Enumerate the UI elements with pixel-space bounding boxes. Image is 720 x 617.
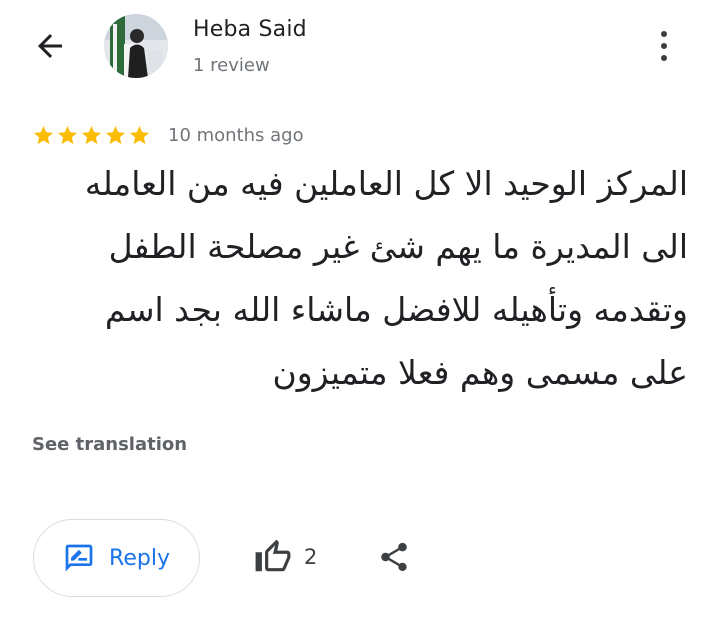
review-text: المركز الوحيد الا كل العاملين فيه من الع… bbox=[84, 164, 688, 392]
more-options-button[interactable] bbox=[650, 26, 678, 66]
rate-review-icon bbox=[65, 544, 93, 572]
star-icon bbox=[33, 125, 54, 144]
more-vert-icon bbox=[661, 31, 667, 37]
share-icon bbox=[381, 542, 407, 572]
reviewer-name[interactable]: Heba Said bbox=[193, 17, 307, 42]
star-icon bbox=[129, 125, 150, 144]
reply-label: Reply bbox=[109, 545, 170, 571]
like-count: 2 bbox=[304, 545, 318, 569]
star-icon bbox=[57, 125, 78, 144]
rating-row: 10 months ago bbox=[32, 122, 304, 148]
star-icon bbox=[81, 125, 102, 144]
review-time: 10 months ago bbox=[168, 124, 304, 146]
arrow-left-icon bbox=[38, 34, 62, 58]
review-count: 1 review bbox=[193, 55, 270, 76]
star-rating bbox=[32, 124, 151, 147]
thumb-up-icon bbox=[255, 539, 291, 572]
back-button[interactable] bbox=[28, 24, 72, 68]
star-icon bbox=[105, 125, 126, 144]
see-translation-link[interactable]: See translation bbox=[32, 434, 187, 455]
avatar[interactable] bbox=[104, 14, 168, 78]
share-button[interactable] bbox=[374, 536, 414, 578]
profile-photo bbox=[104, 14, 168, 78]
like-button[interactable]: 2 bbox=[254, 536, 317, 578]
reply-button[interactable]: Reply bbox=[33, 519, 200, 597]
